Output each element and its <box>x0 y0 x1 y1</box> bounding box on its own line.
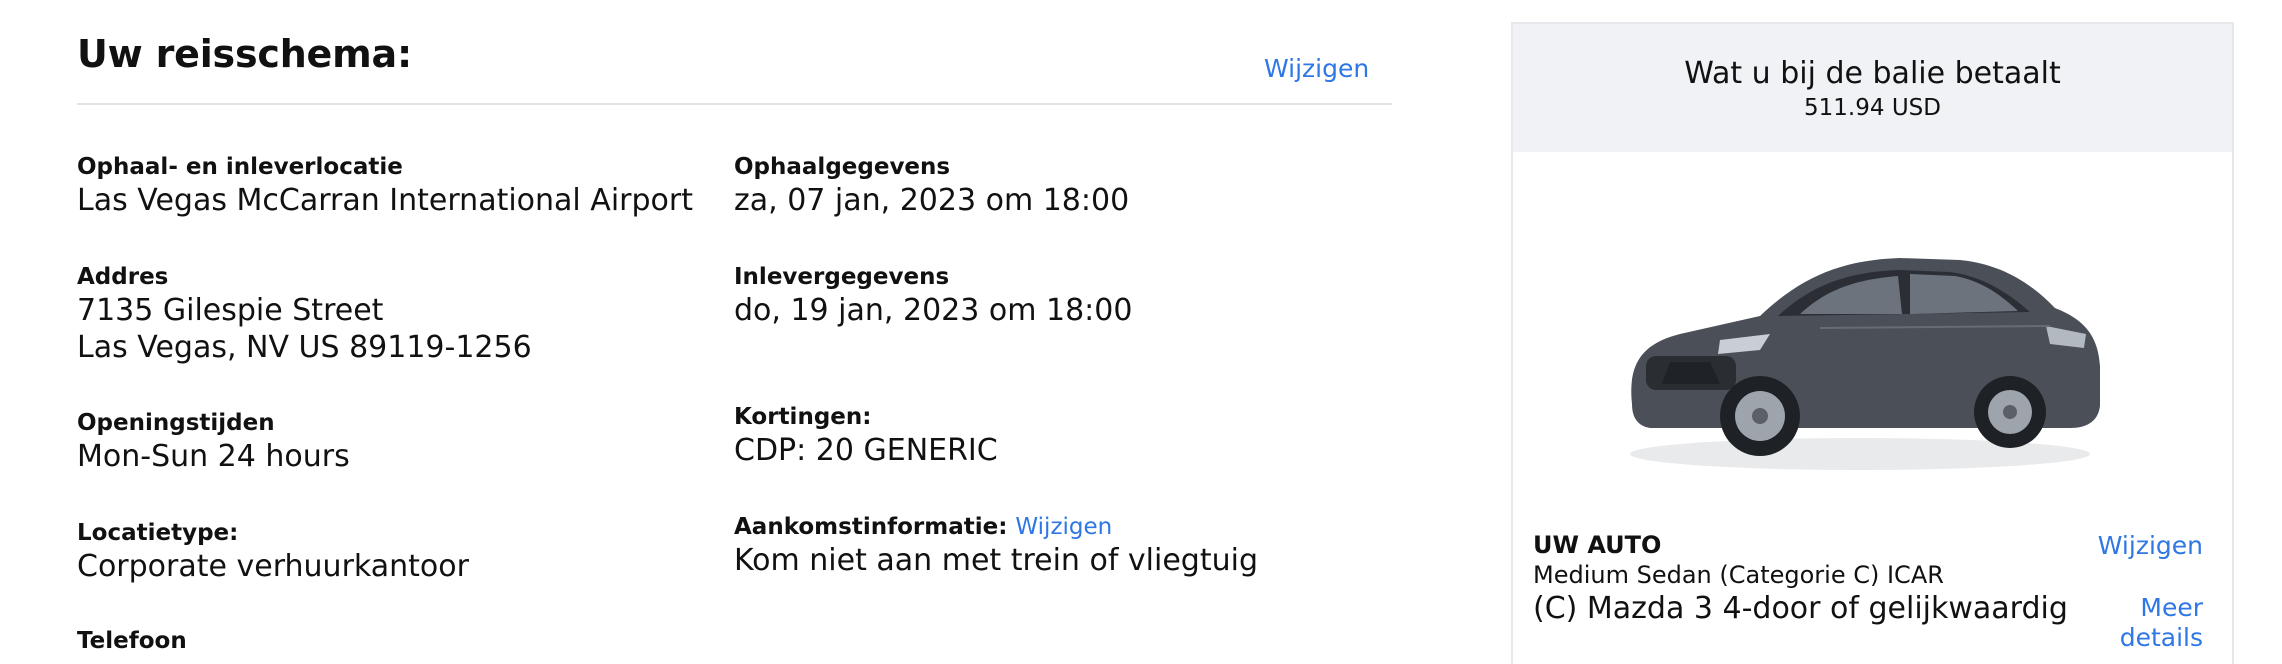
phone: Telefoon <box>77 626 717 656</box>
car-image <box>1630 258 2100 470</box>
pickup-return-location-label: Ophaal- en inleverlocatie <box>77 154 403 180</box>
location-type-value: Corporate verhuurkantoor <box>77 549 469 584</box>
change-itinerary-link[interactable]: Wijzigen <box>1264 54 1369 83</box>
address-line-2: Las Vegas, NV US 89119-1256 <box>77 330 532 365</box>
arrival-info-label: Aankomstinformatie: <box>734 514 1008 540</box>
change-arrival-info-link[interactable]: Wijzigen <box>1015 514 1112 540</box>
pickup-details-label: Ophaalgegevens <box>734 154 951 180</box>
arrival-info-value: Kom niet aan met trein of vliegtuig <box>734 543 1259 578</box>
opening-hours-value: Mon-Sun 24 hours <box>77 439 350 474</box>
your-car-section: UW AUTO Wijzigen Medium Sedan (Categorie… <box>1533 531 2203 652</box>
address-line-1: 7135 Gilespie Street <box>77 293 384 328</box>
summary-card-header: Wat u bij de balie betaalt 511.94 USD <box>1513 24 2232 152</box>
pickup-details: Ophaalgegevens za, 07 jan, 2023 om 18:00 <box>734 152 1374 219</box>
arrival-info-label-row: Aankomstinformatie: Wijzigen <box>734 512 1374 542</box>
location-type-label: Locatietype: <box>77 520 239 546</box>
more-details-link[interactable]: Meer details <box>2093 593 2203 653</box>
address-label: Addres <box>77 264 169 290</box>
discounts: Kortingen: CDP: 20 GENERIC <box>734 402 1374 469</box>
page-title: Uw reisschema: <box>77 32 412 76</box>
phone-label: Telefoon <box>77 628 187 654</box>
arrival-info: Aankomstinformatie: Wijzigen Kom niet aa… <box>734 512 1374 579</box>
pickup-details-value: za, 07 jan, 2023 om 18:00 <box>734 183 1130 218</box>
discounts-label: Kortingen: <box>734 404 872 430</box>
return-details-value: do, 19 jan, 2023 om 18:00 <box>734 293 1133 328</box>
pickup-return-location-value: Las Vegas McCarran International Airport <box>77 183 693 218</box>
opening-hours-label: Openingstijden <box>77 410 275 436</box>
return-details-label: Inlevergegevens <box>734 264 950 290</box>
pay-at-counter-heading: Wat u bij de balie betaalt <box>1684 56 2061 91</box>
discounts-value: CDP: 20 GENERIC <box>734 433 998 468</box>
opening-hours: Openingstijden Mon-Sun 24 hours <box>77 408 717 475</box>
pay-at-counter-amount: 511.94 USD <box>1804 95 1941 121</box>
pickup-return-location: Ophaal- en inleverlocatie Las Vegas McCa… <box>77 152 717 219</box>
divider <box>77 103 1392 105</box>
return-details: Inlevergegevens do, 19 jan, 2023 om 18:0… <box>734 262 1374 329</box>
address: Addres 7135 Gilespie Street Las Vegas, N… <box>77 262 717 366</box>
change-car-link[interactable]: Wijzigen <box>2098 531 2203 560</box>
location-type: Locatietype: Corporate verhuurkantoor <box>77 518 717 585</box>
car-category: Medium Sedan (Categorie C) ICAR <box>1533 561 1944 589</box>
